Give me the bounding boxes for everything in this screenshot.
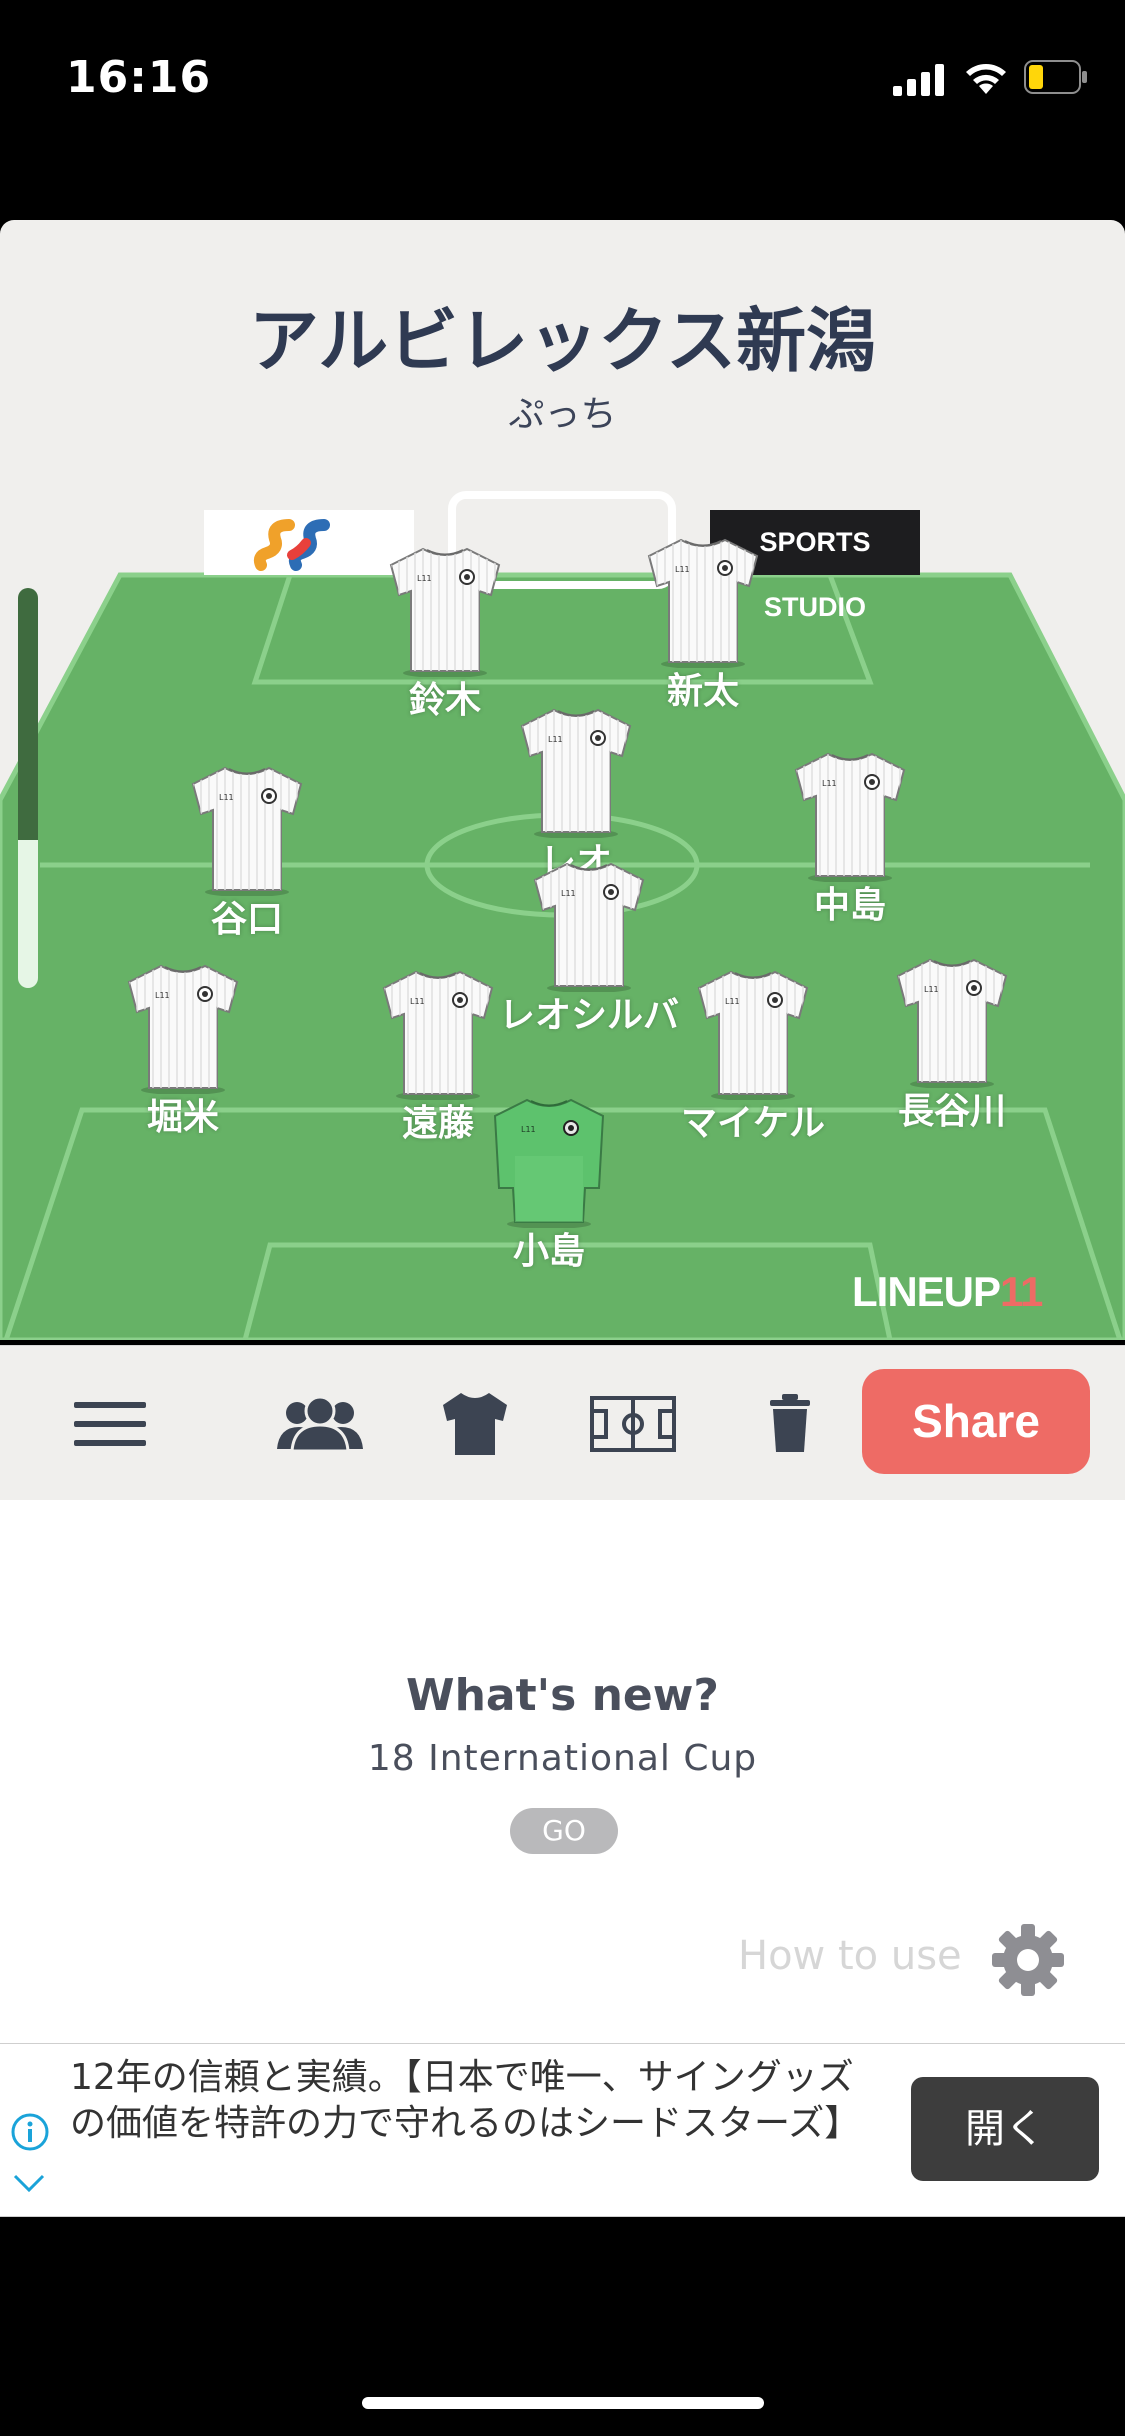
signal-icon: [893, 64, 944, 96]
player-name: 長谷川: [897, 1091, 1006, 1132]
shirt-icon: [387, 545, 503, 677]
home-indicator[interactable]: [362, 2397, 764, 2409]
player-token[interactable]: 堀米: [83, 962, 283, 1140]
wifi-icon: [966, 64, 1006, 94]
slider-fill: [18, 588, 38, 840]
player-token[interactable]: レオ: [476, 706, 676, 884]
pitch-button[interactable]: [573, 1346, 693, 1501]
player-token[interactable]: 新太: [603, 536, 803, 714]
player-name: 堀米: [146, 1097, 219, 1138]
trash-icon: [770, 1393, 810, 1452]
player-token[interactable]: 中島: [750, 750, 950, 928]
team-button[interactable]: [265, 1346, 375, 1501]
logo-number: 11: [1000, 1268, 1043, 1315]
shirt-icon: [125, 962, 241, 1094]
news-subtitle: 18 International Cup: [367, 1738, 758, 1779]
zoom-slider[interactable]: [18, 588, 38, 988]
battery-icon: [1024, 60, 1087, 94]
shirt-icon: [894, 956, 1010, 1088]
chevron-down-icon[interactable]: [12, 2172, 46, 2194]
logo-text: LINEUP: [852, 1268, 1001, 1315]
goalkeeper-shirt-icon: [491, 1096, 607, 1228]
info-icon[interactable]: [10, 2112, 50, 2152]
shirt-icon: [189, 764, 305, 896]
shirt-icon: [380, 968, 496, 1100]
shirt-icon: [695, 968, 811, 1100]
player-token[interactable]: 鈴木: [345, 545, 545, 723]
team-title[interactable]: アルビレックス新潟: [0, 285, 1125, 386]
shirt-icon: [792, 750, 908, 882]
ad-text[interactable]: 12年の信頼と実績。【日本で唯一、サイングッズの価値を特許の力で守れるのはシード…: [70, 2055, 870, 2147]
whats-new-title: What's new?: [406, 1670, 719, 1721]
goalkeeper-token[interactable]: 小島: [449, 1096, 649, 1274]
lineup11-logo: LINEUP11: [852, 1268, 1043, 1316]
hamburger-icon: [74, 1401, 146, 1446]
go-button[interactable]: GO: [510, 1808, 618, 1854]
player-name: 中島: [813, 885, 886, 926]
share-button[interactable]: Share: [862, 1369, 1090, 1474]
shirt-icon: [443, 1392, 507, 1455]
menu-button[interactable]: [55, 1346, 165, 1501]
shirt-icon: [531, 860, 647, 992]
team-subtitle[interactable]: ぷっち: [0, 385, 1125, 437]
status-time: 16:16: [66, 52, 212, 103]
delete-button[interactable]: [735, 1346, 845, 1501]
people-icon: [277, 1395, 363, 1452]
player-token[interactable]: 谷口: [147, 764, 347, 942]
player-name: 谷口: [210, 899, 283, 940]
how-to-use-link[interactable]: How to use: [738, 1933, 962, 1979]
player-token[interactable]: マイケル: [653, 968, 853, 1146]
shirt-icon: [518, 706, 634, 838]
shirt-icon: [645, 536, 761, 668]
player-name: 小島: [512, 1231, 585, 1272]
pitch-icon: [590, 1395, 676, 1452]
ad-open-button[interactable]: 開く: [911, 2077, 1099, 2181]
player-name: マイケル: [680, 1103, 825, 1144]
player-token[interactable]: 長谷川: [852, 956, 1052, 1134]
gear-icon[interactable]: [990, 1922, 1066, 1998]
kit-button[interactable]: [420, 1346, 530, 1501]
